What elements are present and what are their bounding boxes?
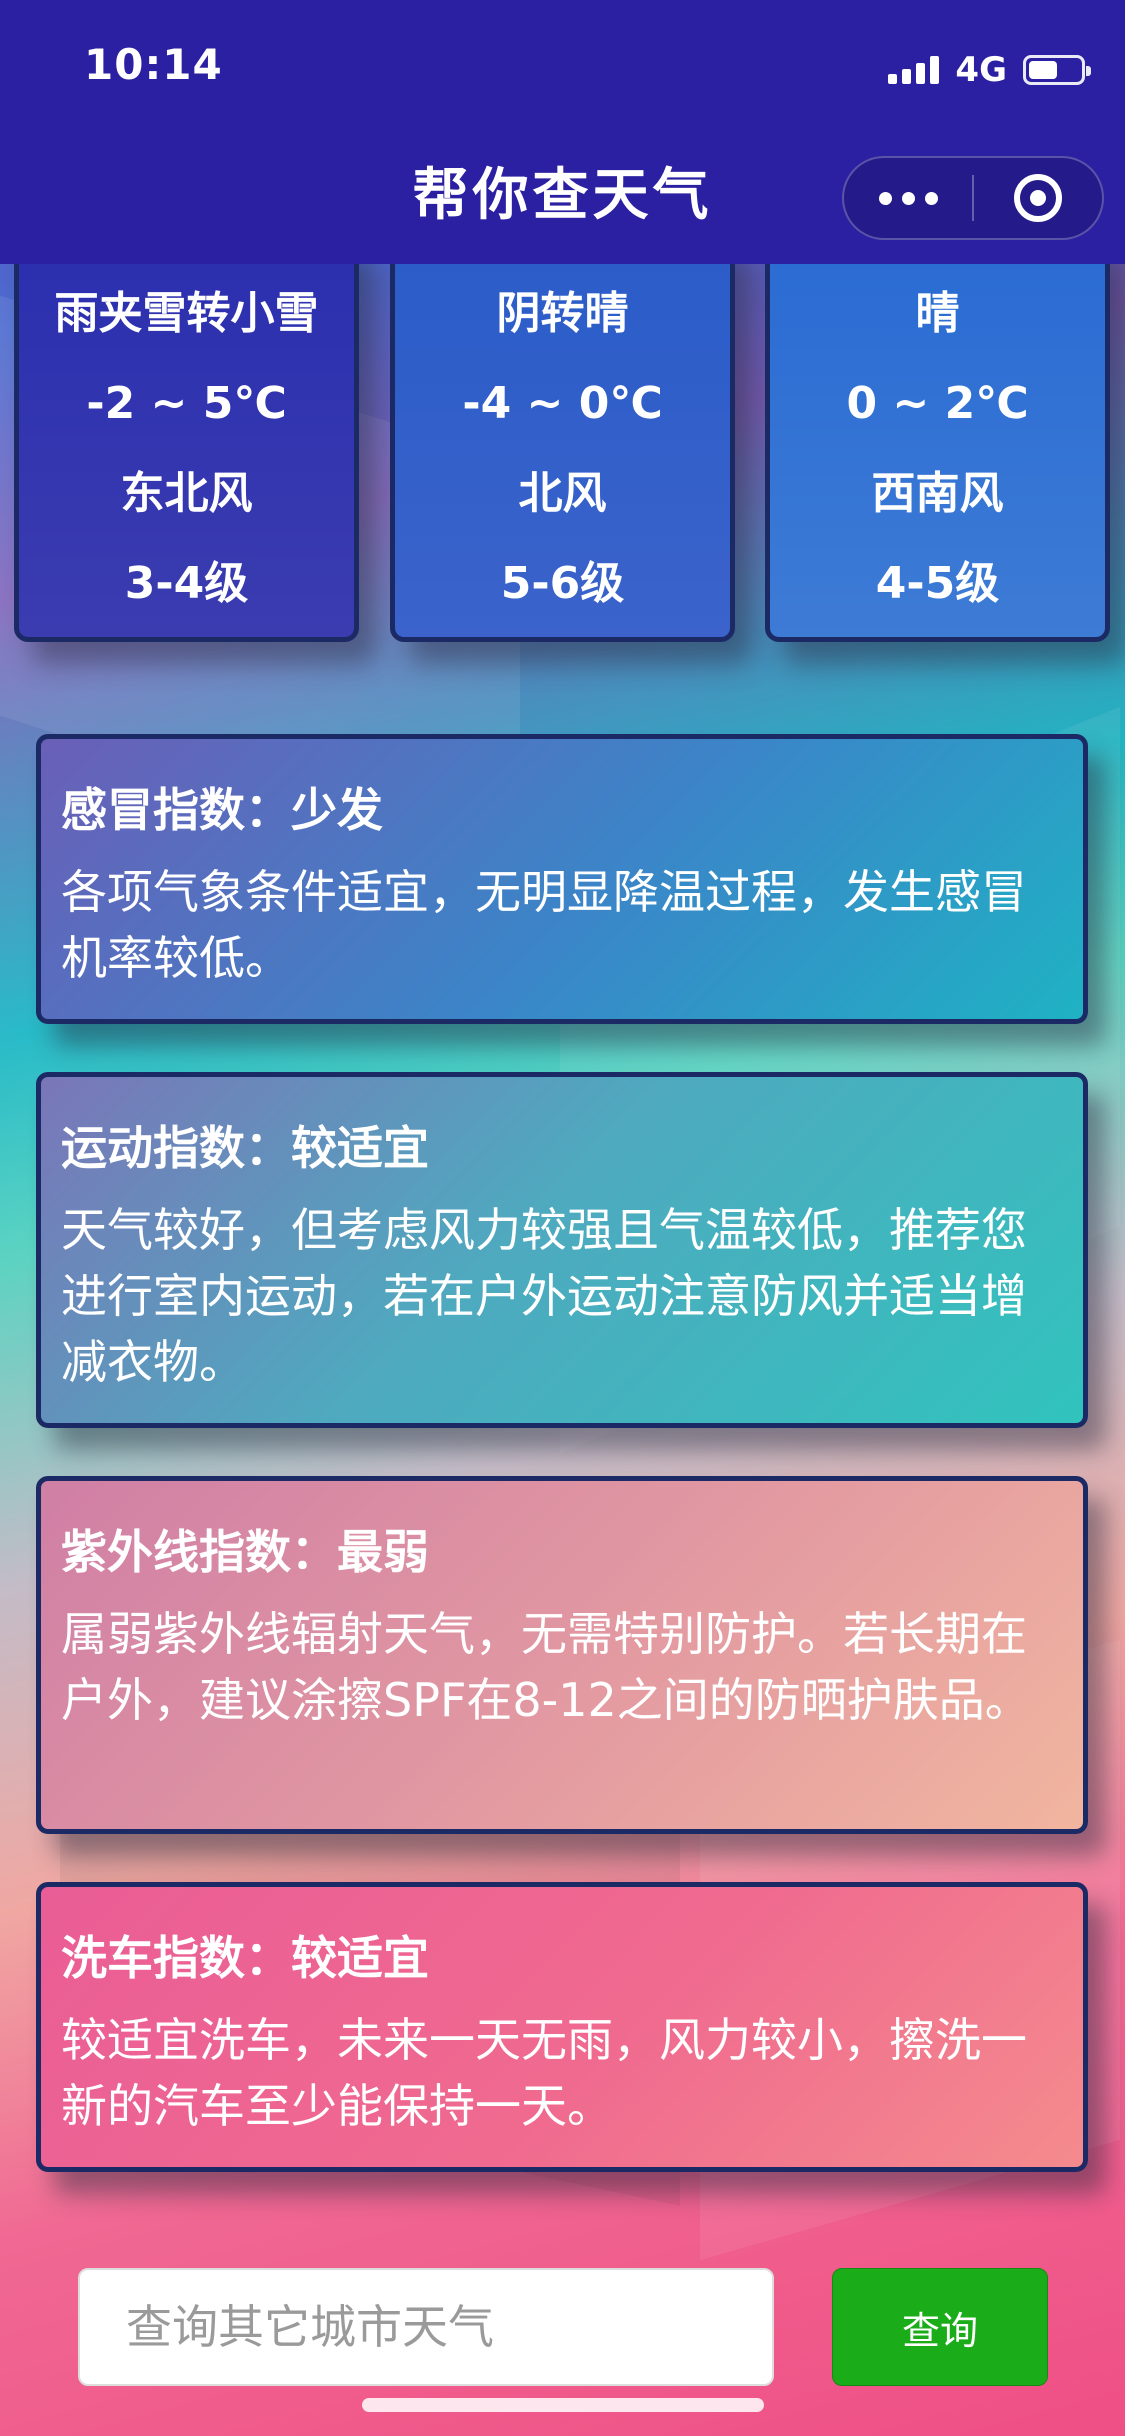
sport-index-card: 运动指数：较适宜 天气较好，但考虑风力较强且气温较低，推荐您进行室内运动，若在户… bbox=[36, 1072, 1088, 1428]
index-description: 各项气象条件适宜，无明显降温过程，发生感冒机率较低。 bbox=[61, 865, 1027, 985]
cold-index-card: 感冒指数：少发 各项气象条件适宜，无明显降温过程，发生感冒机率较低。 bbox=[36, 734, 1088, 1024]
forecast-wind-direction: 西南风 bbox=[871, 468, 1004, 519]
battery-icon bbox=[1023, 55, 1091, 85]
forecast-card: 雨夹雪转小雪 -2 ~ 5℃ 东北风 3-4级 bbox=[14, 234, 359, 642]
home-indicator bbox=[362, 2398, 764, 2412]
forecast-weather: 阴转晴 bbox=[496, 288, 629, 339]
index-description: 天气较好，但考虑风力较强且气温较低，推荐您进行室内运动，若在户外运动注意防风并适… bbox=[61, 1203, 1027, 1389]
city-search-input[interactable] bbox=[78, 2268, 774, 2386]
index-title: 感冒指数：少发 bbox=[61, 783, 383, 837]
index-title: 洗车指数：较适宜 bbox=[61, 1931, 429, 1985]
query-button[interactable]: 查询 bbox=[832, 2268, 1048, 2386]
forecast-wind-direction: 东北风 bbox=[120, 468, 253, 519]
network-type: 4G bbox=[955, 50, 1007, 90]
forecast-temp: -2 ~ 5℃ bbox=[86, 378, 287, 429]
more-icon[interactable] bbox=[844, 158, 972, 238]
forecast-temp: 0 ~ 2℃ bbox=[846, 378, 1029, 429]
mini-program-capsule bbox=[842, 156, 1104, 240]
status-indicators: 4G bbox=[888, 50, 1091, 90]
index-description: 较适宜洗车，未来一天无雨，风力较小，擦洗一新的汽车至少能保持一天。 bbox=[61, 2013, 1027, 2133]
status-time: 10:14 bbox=[84, 40, 223, 89]
index-description: 属弱紫外线辐射天气，无需特别防护。若长期在户外，建议涂擦SPF在8-12之间的防… bbox=[61, 1607, 1031, 1727]
forecast-card: 阴转晴 -4 ~ 0℃ 北风 5-6级 bbox=[390, 234, 735, 642]
close-icon[interactable] bbox=[974, 158, 1102, 238]
forecast-weather: 雨夹雪转小雪 bbox=[54, 288, 319, 339]
index-title: 紫外线指数：最弱 bbox=[61, 1525, 429, 1579]
forecast-wind-level: 4-5级 bbox=[875, 558, 1000, 609]
forecast-card: 晴 0 ~ 2℃ 西南风 4-5级 bbox=[765, 234, 1110, 642]
forecast-wind-direction: 北风 bbox=[518, 468, 607, 519]
forecast-strip: 雨夹雪转小雪 -2 ~ 5℃ 东北风 3-4级 阴转晴 -4 ~ 0℃ 北风 5… bbox=[0, 234, 1125, 644]
car-wash-index-card: 洗车指数：较适宜 较适宜洗车，未来一天无雨，风力较小，擦洗一新的汽车至少能保持一… bbox=[36, 1882, 1088, 2172]
forecast-temp: -4 ~ 0℃ bbox=[462, 378, 663, 429]
index-title: 运动指数：较适宜 bbox=[61, 1121, 429, 1175]
forecast-wind-level: 3-4级 bbox=[124, 558, 249, 609]
forecast-weather: 晴 bbox=[915, 288, 960, 339]
signal-icon bbox=[888, 56, 940, 84]
uv-index-card: 紫外线指数：最弱 属弱紫外线辐射天气，无需特别防护。若长期在户外，建议涂擦SPF… bbox=[36, 1476, 1088, 1834]
forecast-wind-level: 5-6级 bbox=[500, 558, 625, 609]
battery-level bbox=[1029, 61, 1057, 79]
top-bar: 10:14 4G 帮你查天气 bbox=[0, 0, 1125, 264]
